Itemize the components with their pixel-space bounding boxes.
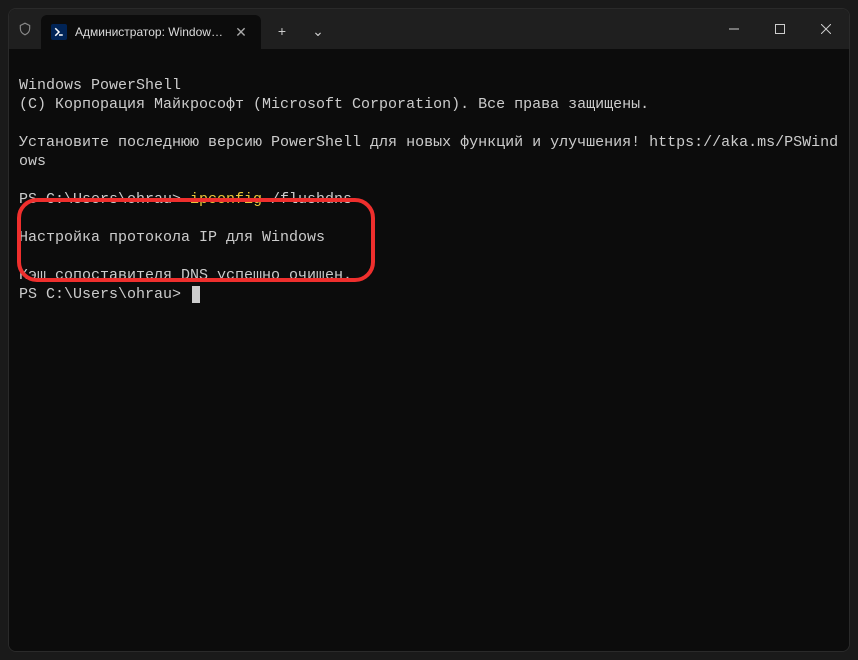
terminal-line: Настройка протокола IP для Windows bbox=[19, 229, 325, 246]
terminal-window: Администратор: Windows PowerShell ✕ + ⌄ … bbox=[8, 8, 850, 652]
minimize-button[interactable] bbox=[711, 9, 757, 49]
tab-actions: + ⌄ bbox=[265, 9, 335, 49]
prompt-args: /flushdns bbox=[262, 191, 352, 208]
tab-title: Администратор: Windows PowerShell bbox=[75, 25, 223, 39]
tab-dropdown-button[interactable]: ⌄ bbox=[301, 15, 335, 47]
tab-close-button[interactable]: ✕ bbox=[231, 22, 251, 42]
titlebar-drag-area[interactable] bbox=[335, 9, 711, 49]
shield-icon bbox=[9, 9, 41, 49]
terminal-line: Кэш сопоставителя DNS успешно очищен. bbox=[19, 267, 352, 284]
titlebar[interactable]: Администратор: Windows PowerShell ✕ + ⌄ bbox=[9, 9, 849, 49]
terminal-line: (C) Корпорация Майкрософт (Microsoft Cor… bbox=[19, 96, 649, 113]
terminal-line: Установите последнюю версию PowerShell д… bbox=[19, 134, 838, 170]
prompt-prefix: PS C:\Users\ohrau> bbox=[19, 191, 190, 208]
maximize-button[interactable] bbox=[757, 9, 803, 49]
terminal-output-area[interactable]: Windows PowerShell (C) Корпорация Майкро… bbox=[9, 49, 849, 651]
terminal-line: Windows PowerShell bbox=[19, 77, 181, 94]
cursor bbox=[192, 286, 200, 303]
prompt-prefix: PS C:\Users\ohrau> bbox=[19, 286, 190, 303]
new-tab-button[interactable]: + bbox=[265, 15, 299, 47]
prompt-command: ipconfig bbox=[190, 191, 262, 208]
close-button[interactable] bbox=[803, 9, 849, 49]
active-tab[interactable]: Администратор: Windows PowerShell ✕ bbox=[41, 15, 261, 49]
powershell-icon bbox=[51, 24, 67, 40]
window-controls bbox=[711, 9, 849, 49]
